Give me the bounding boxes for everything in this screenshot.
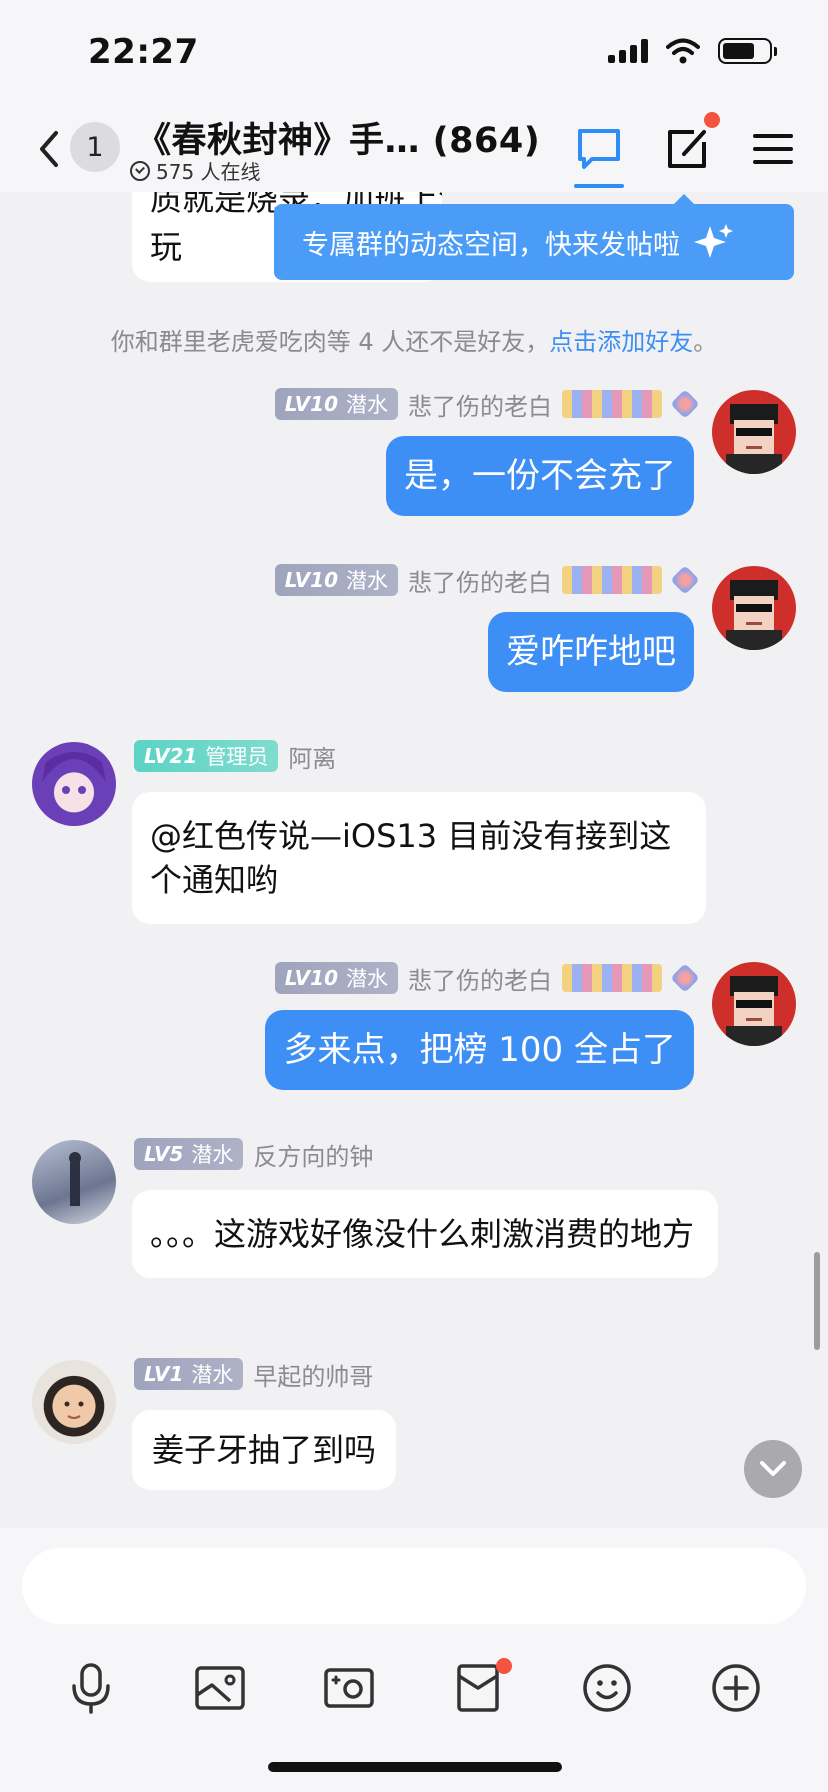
- post-notification-dot: [704, 112, 720, 128]
- sender-nickname[interactable]: 阿离: [288, 739, 336, 774]
- avatar[interactable]: [712, 390, 796, 474]
- message-bubble-incoming[interactable]: 姜子牙抽了到吗: [132, 1410, 397, 1490]
- home-indicator: [268, 1762, 562, 1772]
- level-badge: LV10 潜水: [274, 564, 398, 596]
- unread-count-badge[interactable]: 1: [70, 122, 120, 172]
- message-sender-meta: LV10 潜水 悲了伤的老白: [274, 387, 700, 422]
- message-bubble-outgoing[interactable]: 是，一份不会充了: [386, 436, 694, 516]
- menu-button[interactable]: [746, 122, 800, 176]
- input-area: [0, 1528, 828, 1792]
- gem-badge-icon: [670, 565, 700, 595]
- scrollbar[interactable]: [814, 1252, 820, 1350]
- decoration-badge-icon: [562, 390, 662, 418]
- avatar[interactable]: [712, 566, 796, 650]
- message-bubble-outgoing[interactable]: 多来点，把榜 100 全占了: [265, 1010, 694, 1090]
- camera-button[interactable]: [319, 1658, 379, 1718]
- message-bubble-incoming[interactable]: 。。。这游戏好像没什么刺激消费的地方: [132, 1190, 718, 1278]
- message-bubble-outgoing[interactable]: 爱咋咋地吧: [488, 612, 694, 692]
- partial-message-line2: 玩: [150, 228, 183, 266]
- notice-suffix: 。: [693, 328, 718, 356]
- pixel-avatar-icon: [726, 404, 782, 474]
- online-status[interactable]: 575 人在线: [130, 156, 261, 185]
- chevron-down-icon: [760, 1461, 786, 1476]
- decoration-badge-icon: [562, 566, 662, 594]
- sender-nickname[interactable]: 悲了伤的老白: [408, 387, 552, 422]
- voice-button[interactable]: [61, 1658, 121, 1718]
- status-time: 22:27: [88, 32, 199, 72]
- avatar[interactable]: [32, 1360, 116, 1444]
- sender-nickname[interactable]: 反方向的钟: [253, 1137, 373, 1172]
- status-bar: 22:27: [0, 0, 828, 108]
- level-badge: LV10 潜水: [274, 388, 398, 420]
- message-sender-meta: LV1 潜水 早起的帅哥: [134, 1357, 373, 1392]
- hamburger-menu-icon: [753, 134, 793, 164]
- notice-text: 你和群里老虎爱吃肉等 4 人还不是好友，: [110, 328, 550, 356]
- message-sender-meta: LV10 潜水 悲了伤的老白: [274, 961, 700, 996]
- message-sender-meta: LV10 潜水 悲了伤的老白: [274, 563, 700, 598]
- photo-avatar-icon: [64, 1401, 84, 1419]
- battery-icon: [718, 38, 777, 64]
- sparkle-icon: [694, 224, 733, 258]
- emoji-icon: [583, 1664, 631, 1712]
- feed-tooltip[interactable]: 专属群的动态空间，快来发帖啦: [274, 194, 794, 280]
- sender-nickname[interactable]: 悲了伤的老白: [408, 563, 552, 598]
- post-button[interactable]: [660, 122, 714, 176]
- avatar[interactable]: [712, 962, 796, 1046]
- microphone-icon: [72, 1663, 110, 1714]
- pixel-avatar-icon: [726, 580, 782, 650]
- anime-avatar-icon: [42, 752, 106, 794]
- message-sender-meta: LV5 潜水 反方向的钟: [134, 1137, 373, 1172]
- input-toolbar: [0, 1638, 828, 1738]
- gem-badge-icon: [670, 389, 700, 419]
- back-button[interactable]: [34, 124, 74, 174]
- red-packet-notification-dot: [496, 1658, 512, 1674]
- avatar[interactable]: [32, 1140, 116, 1224]
- active-tab-indicator: [574, 184, 624, 188]
- chat-bubble-icon: [578, 129, 620, 169]
- level-badge: LV10 潜水: [274, 962, 398, 994]
- level-badge: LV1 潜水: [134, 1358, 244, 1390]
- message-input[interactable]: [22, 1548, 806, 1624]
- more-button[interactable]: [706, 1658, 766, 1718]
- pixel-avatar-icon: [726, 976, 782, 1046]
- red-packet-icon: [457, 1664, 499, 1712]
- figure-avatar-icon: [69, 1152, 81, 1206]
- scroll-to-bottom-button[interactable]: [744, 1440, 802, 1498]
- level-badge: LV5 潜水: [134, 1138, 244, 1170]
- camera-icon: [324, 1668, 374, 1708]
- chevron-left-icon: [40, 131, 58, 167]
- online-count: 575 人在线: [156, 160, 261, 184]
- message-sender-meta: LV21 管理员 阿离: [134, 739, 336, 774]
- emoji-button[interactable]: [577, 1658, 637, 1718]
- sender-nickname[interactable]: 悲了伤的老白: [408, 961, 552, 996]
- add-friend-link[interactable]: 点击添加好友: [549, 328, 693, 356]
- chat-tab-button[interactable]: [572, 122, 626, 176]
- image-icon: [195, 1666, 245, 1710]
- message-bubble-incoming[interactable]: @红色传说—iOS13 目前没有接到这个通知哟: [132, 792, 706, 924]
- tooltip-text: 专属群的动态空间，快来发帖啦: [302, 229, 680, 261]
- plus-icon: [712, 1664, 760, 1712]
- chat-header: 1 《春秋封神》手… (864) 575 人在线: [0, 108, 828, 192]
- sender-nickname[interactable]: 早起的帅哥: [253, 1357, 373, 1392]
- wifi-icon: [666, 38, 700, 64]
- album-button[interactable]: [190, 1658, 250, 1718]
- level-badge: LV21 管理员: [134, 740, 279, 772]
- gem-badge-icon: [670, 963, 700, 993]
- online-check-icon: [130, 160, 150, 181]
- friend-suggestion-notice: 你和群里老虎爱吃肉等 4 人还不是好友，点击添加好友。: [0, 322, 828, 357]
- status-icons: [608, 38, 777, 64]
- edit-icon: [668, 130, 706, 168]
- decoration-badge-icon: [562, 964, 662, 992]
- avatar[interactable]: [32, 742, 116, 826]
- cellular-signal-icon: [608, 39, 648, 63]
